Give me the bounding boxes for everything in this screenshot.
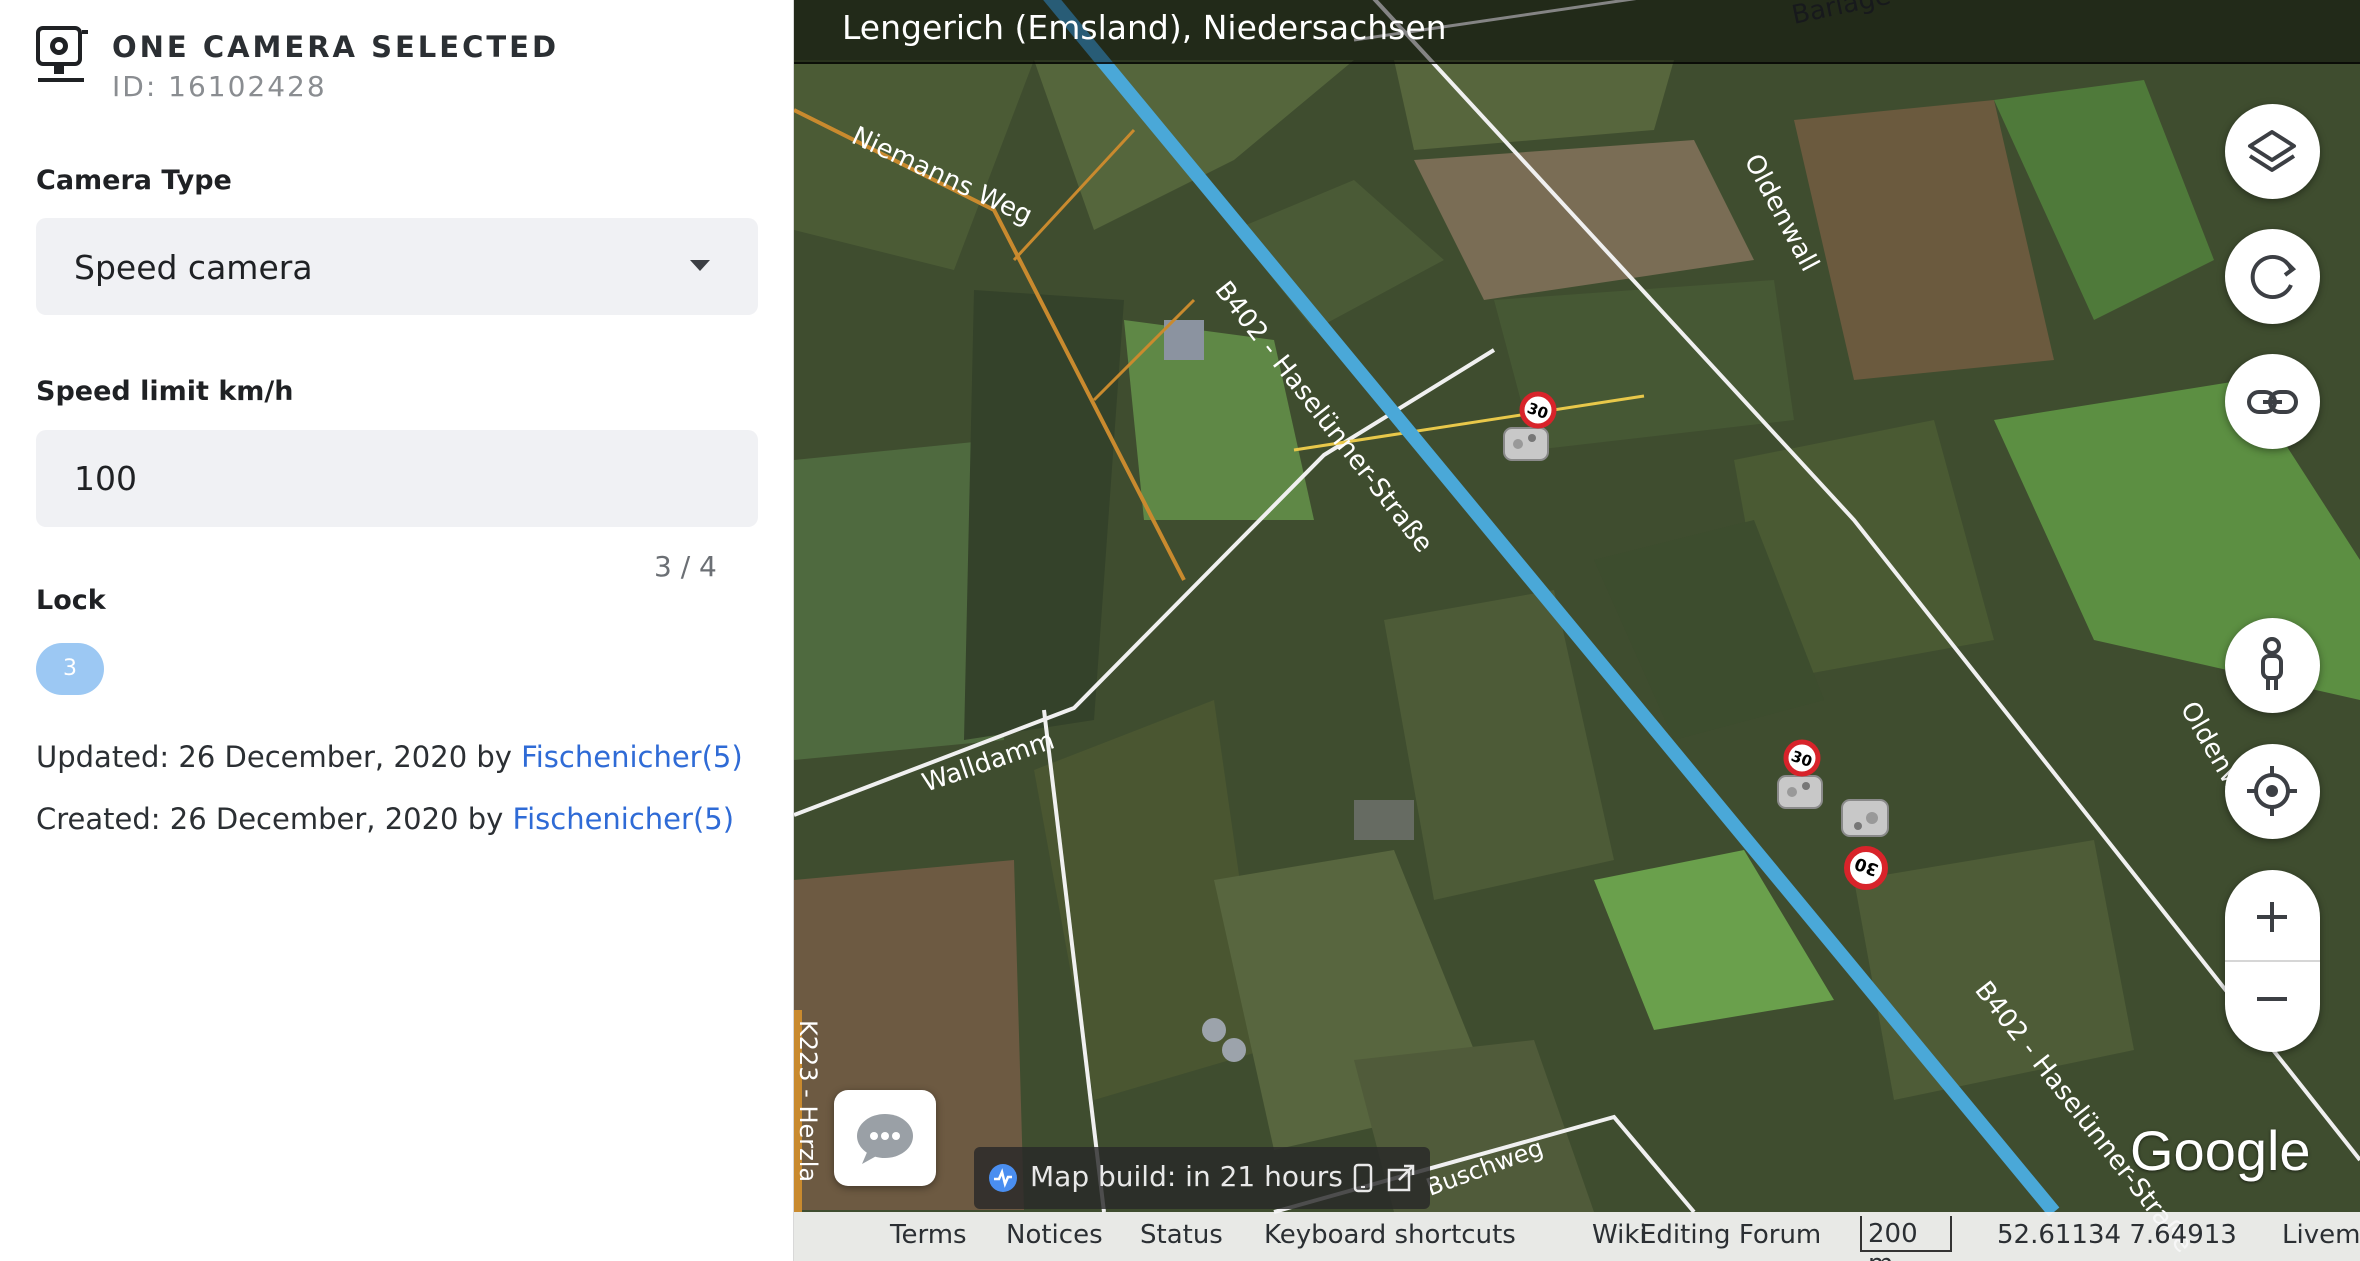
- camera-type-label: Camera Type: [36, 165, 232, 196]
- speed-limit-label: Speed limit km/h: [36, 376, 294, 407]
- speed-camera-marker-selected[interactable]: 30: [1828, 792, 1908, 892]
- speed-camera-icon: [36, 26, 88, 82]
- activity-icon: [989, 1164, 1017, 1192]
- person-icon: [2261, 637, 2283, 690]
- external-link-icon[interactable]: [1386, 1163, 1416, 1193]
- footer-notices-link[interactable]: Notices: [1006, 1220, 1103, 1250]
- road-label-left: K223 - Herzla: [794, 1020, 822, 1182]
- layers-icon: [2248, 130, 2296, 172]
- cursor-coordinates: 52.61134 7.64913: [1997, 1220, 2237, 1250]
- created-user-link[interactable]: Fischenicher(5): [513, 802, 735, 836]
- footer-forum-link[interactable]: Editing Forum: [1640, 1220, 1821, 1250]
- speed-camera-marker[interactable]: 30: [1494, 390, 1574, 470]
- map-build-text: Map build: in 21 hours: [1030, 1160, 1343, 1193]
- refresh-icon: [2250, 255, 2297, 299]
- zoom-in-button[interactable]: [2225, 870, 2320, 961]
- minus-icon: [2257, 997, 2287, 1001]
- speed-limit-input[interactable]: [36, 430, 758, 527]
- location-name: Lengerich (Emsland), Niedersachsen: [842, 8, 1447, 47]
- map-build-banner: Map build: in 21 hours: [974, 1147, 1430, 1209]
- layers-button[interactable]: [2225, 104, 2320, 199]
- selection-header: ONE CAMERA SELECTED ID: 16102428: [34, 24, 774, 108]
- street-view-button[interactable]: [2225, 618, 2320, 713]
- camera-type-select[interactable]: Speed camera: [36, 218, 758, 315]
- scale-label: 200 m: [1868, 1219, 1918, 1261]
- chat-button[interactable]: [834, 1090, 936, 1186]
- char-counter: 3 / 4: [654, 550, 717, 583]
- locate-me-button[interactable]: [2225, 744, 2320, 839]
- reload-button[interactable]: [2225, 229, 2320, 324]
- footer-wiki-link[interactable]: Wiki: [1592, 1220, 1647, 1250]
- plus-icon: [2257, 902, 2287, 932]
- permalink-button[interactable]: [2225, 354, 2320, 449]
- created-text: Created: 26 December, 2020 by: [36, 802, 513, 836]
- footer-terms-link[interactable]: Terms: [890, 1220, 967, 1250]
- lock-level-badge[interactable]: 3: [36, 643, 104, 695]
- lock-label: Lock: [36, 585, 106, 616]
- updated-text: Updated: 26 December, 2020 by: [36, 740, 522, 774]
- satellite-imagery: Barlage Niemanns Weg Oldenwall Oldenwall…: [794, 0, 2360, 1261]
- link-icon: [2247, 390, 2298, 414]
- footer-livemap-link[interactable]: Livemap: [2282, 1220, 2360, 1250]
- edit-panel: ONE CAMERA SELECTED ID: 16102428 Camera …: [0, 0, 794, 1261]
- map-canvas[interactable]: Barlage Niemanns Weg Oldenwall Oldenwall…: [794, 0, 2360, 1261]
- caret-down-icon: [690, 260, 710, 271]
- location-bar: Lengerich (Emsland), Niedersachsen: [794, 0, 2360, 64]
- selection-id: ID: 16102428: [112, 70, 327, 103]
- chat-bubble-icon: [857, 1114, 913, 1164]
- footer-shortcuts-link[interactable]: Keyboard shortcuts: [1264, 1220, 1516, 1250]
- selection-title: ONE CAMERA SELECTED: [112, 30, 560, 64]
- zoom-controls: [2225, 870, 2320, 1052]
- updated-line: Updated: 26 December, 2020 by Fischenich…: [36, 740, 743, 774]
- google-logo: Google: [2130, 1119, 2311, 1182]
- camera-type-value: Speed camera: [74, 248, 313, 287]
- footer-status-link[interactable]: Status: [1140, 1220, 1223, 1250]
- zoom-out-button[interactable]: [2225, 961, 2320, 1052]
- crosshair-icon: [2247, 766, 2297, 816]
- updated-user-link[interactable]: Fischenicher(5): [521, 740, 743, 774]
- created-line: Created: 26 December, 2020 by Fischenich…: [36, 802, 734, 836]
- scale-bar: 200 m: [1860, 1216, 1952, 1261]
- map-footer: Terms Notices Status Keyboard shortcuts …: [794, 1212, 2360, 1261]
- mobile-icon[interactable]: [1352, 1163, 1374, 1193]
